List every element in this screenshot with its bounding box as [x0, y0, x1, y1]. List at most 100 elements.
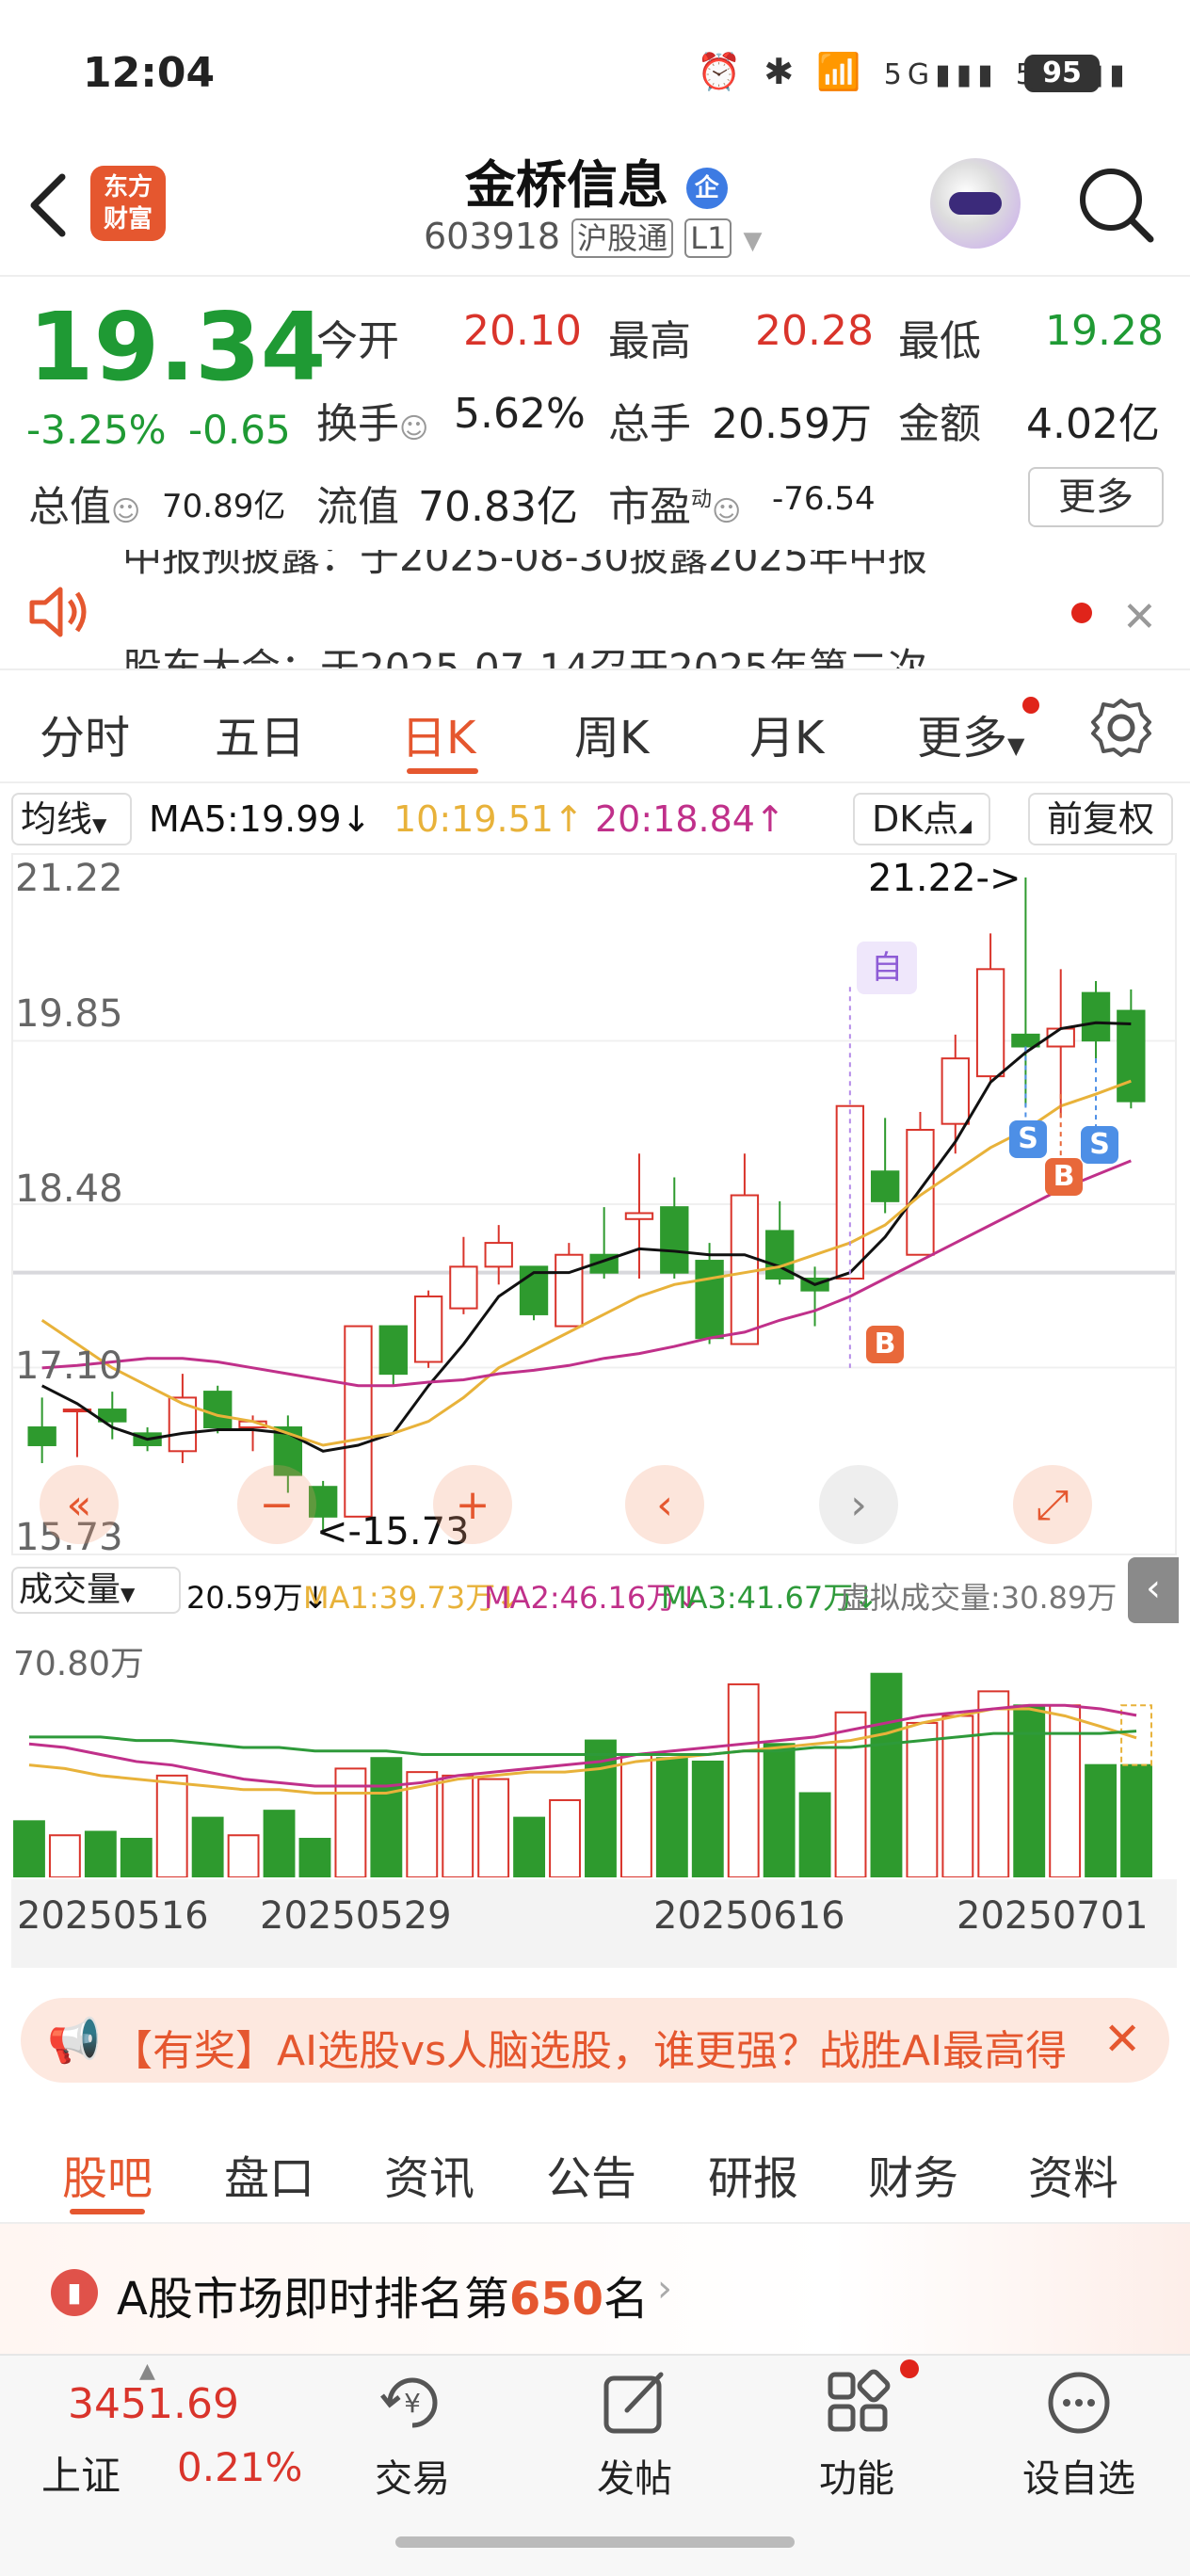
post-icon[interactable] [599, 2367, 670, 2439]
volume-bar [1085, 1763, 1118, 1877]
sell-marker[interactable]: S [1081, 1126, 1118, 1164]
triangle-icon: ◢ [958, 816, 973, 836]
ma-selector[interactable]: 均线▼ [11, 793, 132, 845]
candle-body [378, 1325, 408, 1376]
rank-number: 650 [508, 2273, 604, 2326]
change-amt: -0.65 [188, 407, 291, 453]
zoom-out-icon[interactable]: − [237, 1465, 316, 1544]
search-icon[interactable] [1073, 162, 1158, 247]
tab-zixun[interactable]: 资讯 [384, 2141, 474, 2207]
chevron-left-icon[interactable]: ‹ [625, 1465, 704, 1544]
nav-function[interactable]: 功能 [781, 2448, 932, 2503]
tab-ziliao[interactable]: 资料 [1028, 2141, 1118, 2207]
nav-post[interactable]: 发帖 [559, 2448, 710, 2503]
more-dots-icon[interactable] [1043, 2367, 1115, 2439]
nav-add-watch[interactable]: 设自选 [1004, 2448, 1154, 2503]
tab-rik[interactable]: 日K [401, 700, 475, 766]
vol-y-max-label: 70.80万 [13, 1645, 145, 1683]
dk-button[interactable]: DK点◢ [853, 793, 990, 845]
tab-more[interactable]: 更多▼ [917, 700, 1024, 766]
chevron-down-icon: ▼ [1007, 733, 1025, 759]
close-notice-icon[interactable]: ✕ [1122, 593, 1157, 641]
tab-pankou[interactable]: 盘口 [224, 2141, 314, 2207]
level-tag: L1 [684, 218, 732, 258]
volume-bar [477, 1778, 510, 1877]
double-left-icon[interactable]: « [40, 1465, 119, 1544]
promo-banner[interactable]: 📢 【有奖】AI选股vs人脑选股，谁更强？战胜AI最高得 ✕ [21, 1998, 1169, 2083]
volume-bar [191, 1816, 224, 1877]
dropdown-icon: ▼ [743, 227, 763, 255]
close-banner-icon[interactable]: ✕ [1103, 2013, 1141, 2066]
volume-chart[interactable] [11, 1623, 1177, 1877]
buy-marker[interactable]: B [1045, 1158, 1083, 1196]
kline-svg [13, 877, 1175, 1531]
more-button[interactable]: 更多 [1028, 467, 1164, 527]
function-icon[interactable] [823, 2367, 894, 2439]
high-value: 20.28 [755, 307, 874, 355]
volume-bar [1120, 1763, 1152, 1877]
ma5-text: MA5:19.99↓ [149, 798, 372, 840]
volume-bar [549, 1798, 581, 1877]
fullscreen-icon[interactable]: ⤢ [1013, 1465, 1092, 1544]
candle-body [1081, 991, 1111, 1042]
candle-body [1046, 1027, 1075, 1048]
volume-bar [263, 1810, 296, 1877]
volume-value: 20.59万 [712, 400, 872, 448]
index-value[interactable]: 3451.69 [68, 2380, 239, 2428]
collapse-panel-icon[interactable]: ‹ [1128, 1557, 1179, 1623]
gear-icon[interactable] [1090, 697, 1152, 759]
info-icon[interactable]: ☺ [712, 495, 741, 528]
volume-bar [48, 1834, 81, 1877]
volume-bar [227, 1834, 260, 1877]
sell-marker[interactable]: S [1009, 1120, 1047, 1158]
nav-trade[interactable]: 交易 [337, 2448, 488, 2503]
trade-icon[interactable]: ¥ [377, 2367, 448, 2439]
candle-body [484, 1242, 513, 1268]
volume-bar [84, 1830, 117, 1877]
volume-bar [155, 1774, 188, 1877]
tab-caiwu[interactable]: 财务 [868, 2141, 958, 2207]
stock-code-row[interactable]: 603918 沪股通 L1 ▼ [424, 215, 763, 258]
amount-label: 金额 [898, 400, 981, 448]
tab-gonggao[interactable]: 公告 [546, 2141, 636, 2207]
robot-avatar[interactable] [930, 158, 1021, 249]
float-value: 70.83亿 [418, 483, 578, 531]
rank-text: A股市场即时排名第650名 [117, 2262, 649, 2327]
kline-chart[interactable] [11, 853, 1177, 1555]
ma20-text: 20:18.84↑ [595, 798, 785, 840]
zoom-in-icon[interactable]: + [433, 1465, 512, 1544]
self-select-marker[interactable]: 自 [857, 942, 917, 994]
volume-bar [1013, 1704, 1046, 1877]
index-change: 0.21% [177, 2444, 303, 2490]
megaphone-icon: 📢 [47, 2015, 102, 2066]
rank-row[interactable]: ▮ A股市场即时排名第650名 › [0, 2224, 1190, 2354]
tab-yanbao[interactable]: 研报 [708, 2141, 798, 2207]
alarm-icon: ⏰ [697, 51, 748, 92]
buy-marker[interactable]: B [866, 1326, 904, 1363]
status-time: 12:04 [83, 49, 216, 97]
volume-selector[interactable]: 成交量▼ [11, 1567, 181, 1614]
kline-y-label-2: 19.85 [15, 992, 123, 1036]
ma-selector-label: 均线 [21, 798, 93, 840]
tab-yuek[interactable]: 月K [749, 700, 824, 766]
pe-sup: 动 [691, 488, 713, 512]
last-price: 19.34 [28, 292, 327, 402]
tab-zhouk[interactable]: 周K [574, 700, 649, 766]
info-icon[interactable]: ☺ [111, 495, 140, 528]
volume-bar [691, 1760, 724, 1877]
tab-wuri[interactable]: 五日 [215, 700, 305, 766]
adjust-button[interactable]: 前复权 [1028, 793, 1173, 845]
dk-button-label: DK点 [871, 798, 959, 840]
info-icon[interactable]: ☺ [399, 412, 428, 445]
tab-fenshi[interactable]: 分时 [40, 700, 130, 766]
notice-line-1: 中报预披露：于2025-08-30披露2025年中报 [122, 550, 927, 580]
volume-bar [120, 1837, 153, 1877]
tab-guba[interactable]: 股吧 [62, 2141, 153, 2207]
notice-area[interactable]: 中报预披露：于2025-08-30披露2025年中报 股东大会：于2025-07… [0, 550, 1190, 668]
battery-level: 95 [1042, 56, 1082, 89]
chevron-right-icon[interactable]: › [819, 1465, 898, 1544]
logo-line-1: 东方 [103, 173, 153, 201]
volume-bar [370, 1757, 403, 1877]
back-icon[interactable] [21, 168, 77, 243]
candle-body [27, 1426, 56, 1446]
